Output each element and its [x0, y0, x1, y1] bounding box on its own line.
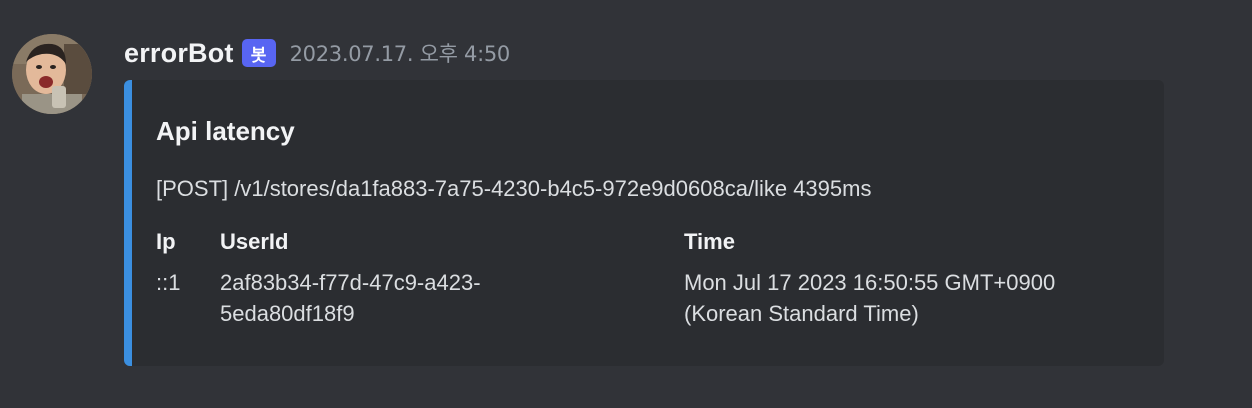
bot-tag-badge: 봇 [241, 39, 276, 67]
embed-field-time: Time Mon Jul 17 2023 16:50:55 GMT+0900 (… [684, 228, 1144, 329]
embed-field-value: Mon Jul 17 2023 16:50:55 GMT+0900 (Korea… [684, 270, 1056, 326]
avatar-photo-icon [12, 34, 92, 114]
embed-field-name: UserId [220, 229, 289, 254]
embed-card: Api latency [POST] /v1/stores/da1fa883-7… [124, 80, 1164, 366]
embed-field-ip: Ip ::1 [156, 228, 180, 298]
message-header: errorBot 봇 2023.07.17. 오후 4:50 [124, 34, 510, 72]
message-timestamp[interactable]: 2023.07.17. 오후 4:50 [290, 38, 511, 68]
chat-message: errorBot 봇 2023.07.17. 오후 4:50 Api laten… [0, 0, 1252, 408]
embed-title: Api latency [156, 116, 295, 146]
embed-field-name: Time [684, 229, 735, 254]
embed-field-value: ::1 [156, 270, 181, 295]
avatar[interactable] [12, 34, 92, 114]
embed-field-value: 2af83b34-f77d-47c9-a423- 5eda80df18f9 [220, 270, 481, 326]
embed-field-name: Ip [156, 229, 176, 254]
embed-description: [POST] /v1/stores/da1fa883-7a75-4230-b4c… [156, 176, 872, 201]
embed-field-userid: UserId 2af83b34-f77d-47c9-a423- 5eda80df… [220, 228, 580, 329]
author-username[interactable]: errorBot [124, 38, 234, 69]
embed-accent-bar [124, 80, 132, 366]
